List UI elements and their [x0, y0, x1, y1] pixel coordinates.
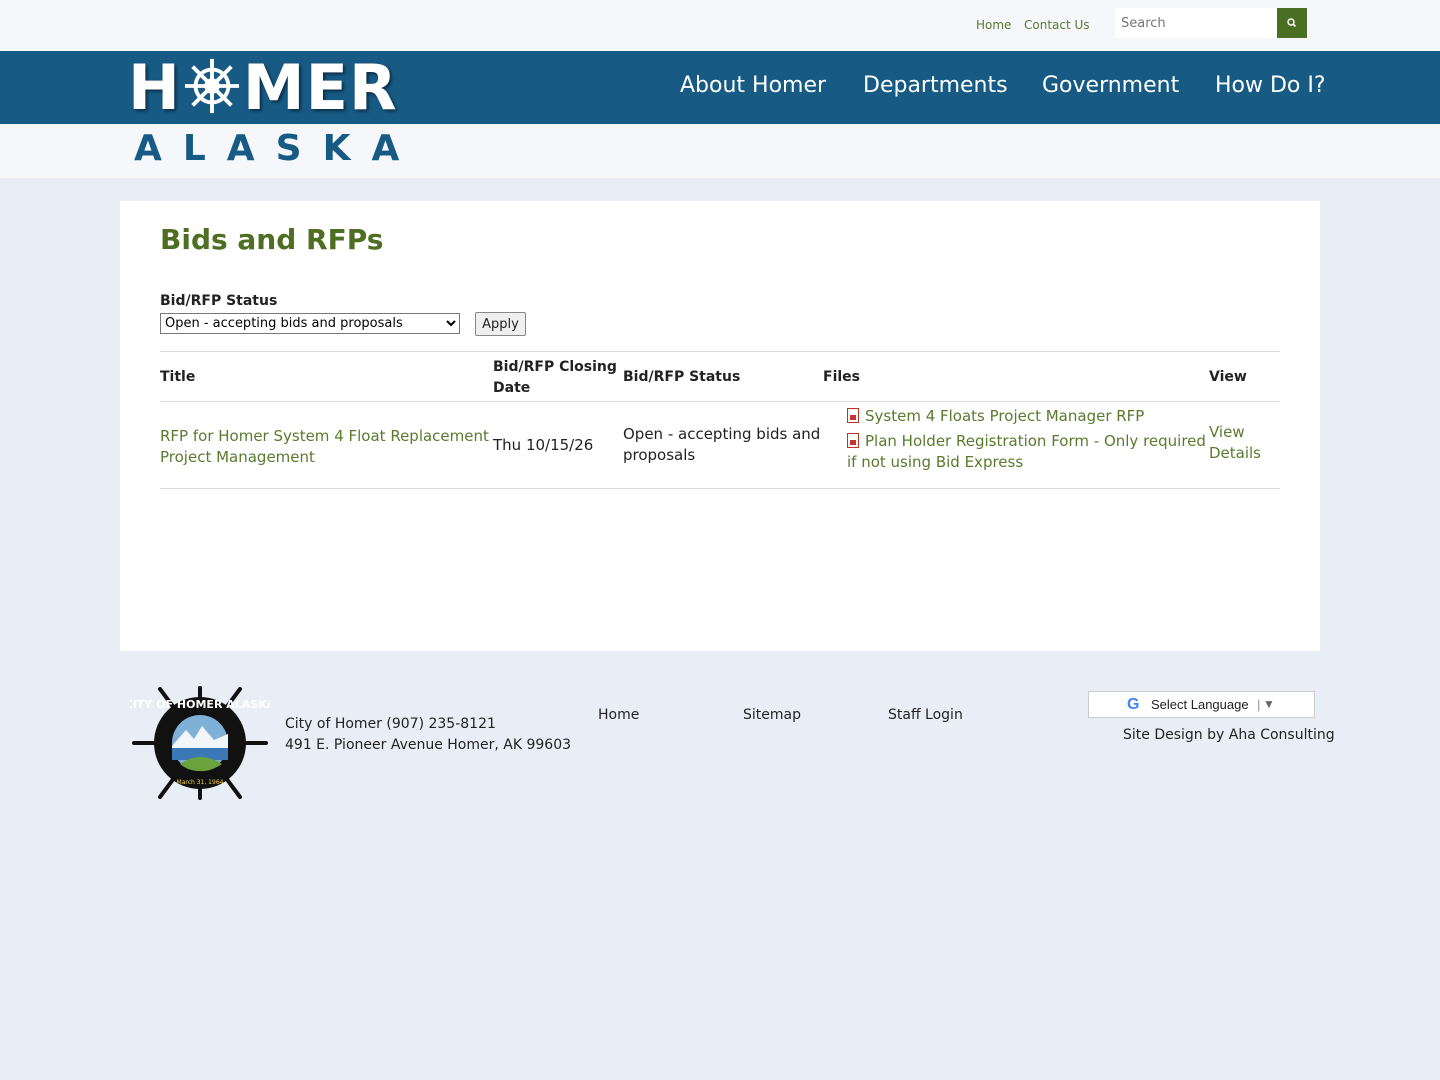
row-status: Open - accepting bids and proposals	[623, 424, 820, 466]
utility-home-link[interactable]: Home	[976, 18, 1011, 32]
file-link-rfp-text: System 4 Floats Project Manager RFP	[865, 407, 1145, 425]
file-link-rfp[interactable]: System 4 Floats Project Manager RFP	[847, 406, 1144, 427]
view-details-line1: View	[1209, 423, 1245, 441]
file-link-registration-line2: if not using Bid Express	[847, 453, 1024, 471]
row-status-line2: proposals	[623, 446, 696, 464]
status-filter-label: Bid/RFP Status	[160, 293, 278, 309]
page-title: Bids and RFPs	[160, 223, 384, 256]
language-divider: |	[1257, 697, 1261, 712]
search-button[interactable]	[1277, 8, 1307, 38]
logo-letter-h: H	[128, 51, 181, 124]
footer-contact: City of Homer (907) 235-8121 491 E. Pion…	[285, 714, 571, 756]
search-input[interactable]	[1115, 8, 1277, 38]
apply-button[interactable]: Apply	[475, 312, 526, 336]
view-details-line2: Details	[1209, 444, 1262, 462]
file-link-registration[interactable]: Plan Holder Registration Form - Only req…	[847, 431, 1206, 473]
pdf-icon	[847, 408, 859, 423]
site-credit[interactable]: Site Design by Aha Consulting	[1123, 725, 1335, 746]
header-view: View	[1209, 369, 1247, 385]
row-status-line1: Open - accepting bids and	[623, 425, 821, 443]
header-closing-line2: Date	[493, 380, 531, 396]
footer-contact-line2: 491 E. Pioneer Avenue Homer, AK 99603	[285, 737, 572, 753]
footer-home-link[interactable]: Home	[598, 705, 639, 726]
nav-about-homer[interactable]: About Homer	[680, 73, 826, 98]
utility-contact-link[interactable]: Contact Us	[1024, 18, 1090, 32]
table-bottom-rule	[160, 488, 1280, 489]
header-files: Files	[823, 369, 860, 385]
content-card: Bids and RFPs Bid/RFP Status Open - acce…	[120, 201, 1320, 651]
row-title-link[interactable]: RFP for Homer System 4 Float Replacement…	[160, 426, 489, 468]
footer-sitemap-link[interactable]: Sitemap	[743, 705, 801, 726]
footer-contact-line1: City of Homer (907) 235-8121	[285, 716, 496, 732]
language-selector-label: Select Language	[1151, 697, 1249, 712]
ship-wheel-icon	[184, 58, 239, 114]
footer-staff-login-link[interactable]: Staff Login	[888, 705, 963, 726]
header-closing-line1: Bid/RFP Closing	[493, 359, 617, 375]
table-header-rule	[160, 401, 1280, 402]
status-filter-select[interactable]: Open - accepting bids and proposals	[160, 313, 460, 334]
table-top-rule	[160, 351, 1280, 352]
header-closing-date: Bid/RFP Closing Date	[493, 357, 617, 399]
city-seal-logo: CITY OF HOMER ALASKA March 31, 1964	[130, 686, 270, 800]
logo-subtitle: ALASKA	[134, 128, 421, 169]
row-title-line1: RFP for Homer System 4 Float Replacement	[160, 427, 489, 445]
search-icon	[1287, 18, 1297, 28]
row-closing-date: Thu 10/15/26	[493, 436, 594, 454]
pdf-icon	[847, 433, 859, 448]
header-title: Title	[160, 369, 196, 385]
site-logo[interactable]: H MER	[128, 53, 398, 123]
nav-departments[interactable]: Departments	[863, 73, 1008, 98]
row-title-line2: Project Management	[160, 448, 315, 466]
logo-letters-mer: MER	[242, 51, 398, 124]
language-selector[interactable]: G Select Language | ▼	[1088, 691, 1315, 718]
seal-text: CITY OF HOMER ALASKA	[130, 698, 270, 711]
file-link-registration-line1: Plan Holder Registration Form - Only req…	[865, 432, 1206, 450]
header-status: Bid/RFP Status	[623, 369, 741, 385]
seal-date: March 31, 1964	[177, 779, 224, 786]
nav-government[interactable]: Government	[1042, 73, 1179, 98]
view-details-link[interactable]: View Details	[1209, 422, 1261, 464]
google-icon: G	[1127, 696, 1140, 713]
utility-bar: Home Contact Us	[0, 0, 1440, 51]
nav-how-do-i[interactable]: How Do I?	[1215, 73, 1326, 98]
dropdown-arrow-icon: ▼	[1263, 697, 1275, 711]
